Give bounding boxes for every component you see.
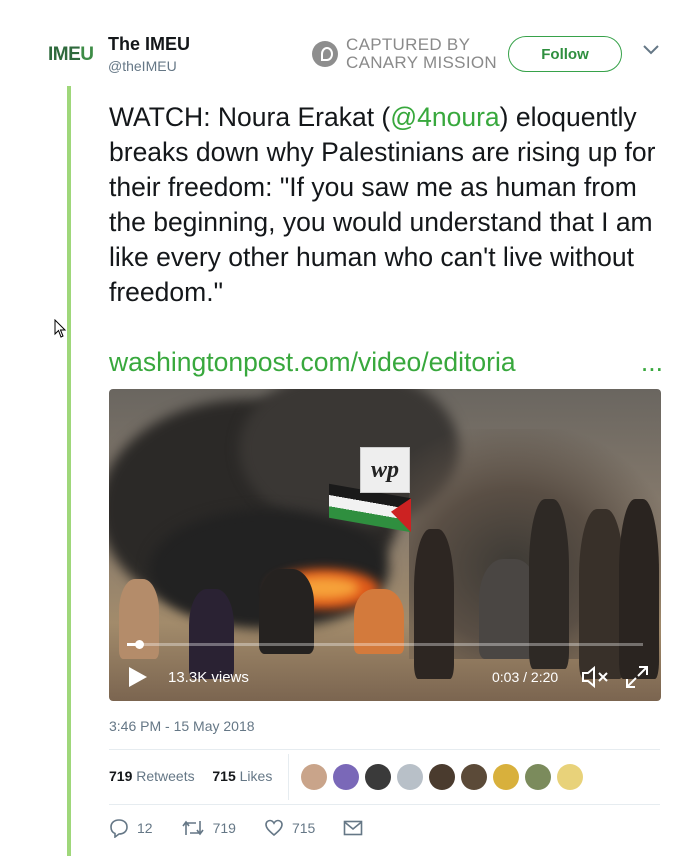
stats-separator: [288, 754, 289, 800]
liker-avatar[interactable]: [365, 764, 391, 790]
captured-label-line2: CANARY MISSION: [346, 53, 497, 72]
tweet-timestamp[interactable]: 3:46 PM - 15 May 2018: [109, 718, 255, 734]
like-count: 715: [291, 820, 316, 836]
avatar-text-a: IME: [48, 44, 81, 65]
mention-link[interactable]: @4noura: [390, 102, 499, 132]
liker-avatar[interactable]: [557, 764, 583, 790]
video-progress-knob[interactable]: [134, 640, 144, 649]
retweet-count: 719: [212, 820, 236, 836]
likes-label[interactable]: Likes: [240, 768, 273, 784]
liker-avatar[interactable]: [493, 764, 519, 790]
likes-count[interactable]: 715: [212, 768, 235, 784]
play-icon[interactable]: [127, 665, 149, 694]
reply-button[interactable]: 12: [109, 818, 153, 838]
thread-rail: [67, 86, 71, 856]
liker-avatar[interactable]: [397, 764, 423, 790]
canary-icon: [312, 41, 338, 67]
captured-badge: CAPTURED BY CANARY MISSION: [312, 34, 497, 74]
user-handle[interactable]: @theIMEU: [108, 58, 177, 74]
washington-post-logo: wp: [360, 447, 410, 493]
retweet-button[interactable]: 719: [181, 818, 236, 838]
tweet-text-suffix: ) eloquently breaks down why Palestinian…: [109, 102, 656, 307]
link-line[interactable]: washingtonpost.com/video/editoria ...: [109, 345, 669, 380]
liker-avatar[interactable]: [301, 764, 327, 790]
reply-icon: [110, 819, 128, 838]
chevron-down-icon[interactable]: [643, 45, 659, 55]
retweets-label[interactable]: Retweets: [136, 768, 194, 784]
retweet-icon: [181, 820, 204, 836]
reply-count: 12: [137, 820, 153, 836]
engagement-stats: 719 Retweets 715 Likes: [109, 768, 272, 784]
liker-avatar[interactable]: [525, 764, 551, 790]
view-count: 13.3K views: [168, 669, 249, 686]
mute-icon[interactable]: [581, 665, 611, 694]
fullscreen-icon[interactable]: [625, 665, 649, 694]
tweet-text: WATCH: Noura Erakat (@4noura) eloquently…: [109, 100, 669, 310]
divider-top: [109, 749, 660, 750]
follow-button[interactable]: Follow: [508, 36, 622, 72]
avatar[interactable]: IMEU: [48, 44, 96, 70]
video-time: 0:03 / 2:20: [492, 669, 559, 685]
liker-avatars: [301, 764, 589, 790]
avatar-text-b: U: [80, 44, 94, 65]
captured-label-line1: CAPTURED BY: [346, 35, 471, 54]
action-bar: 12 719 715: [109, 818, 399, 838]
video-progress-bar[interactable]: [127, 640, 643, 649]
heart-icon: [265, 819, 283, 837]
tweet-text-prefix: WATCH: Noura Erakat (: [109, 102, 391, 132]
envelope-icon: [343, 820, 363, 836]
video-player[interactable]: wp 13.3K views 0:03 / 2:20: [109, 389, 661, 701]
retweets-count[interactable]: 719: [109, 768, 132, 784]
liker-avatar[interactable]: [333, 764, 359, 790]
like-button[interactable]: 715: [264, 818, 315, 838]
liker-avatar[interactable]: [429, 764, 455, 790]
link-ellipsis: ...: [640, 347, 663, 377]
divider-bottom: [109, 804, 660, 805]
dm-button[interactable]: [343, 820, 371, 836]
display-name[interactable]: The IMEU: [108, 34, 190, 55]
mouse-cursor-icon: [54, 318, 68, 344]
liker-avatar[interactable]: [461, 764, 487, 790]
tweet-link[interactable]: washingtonpost.com/video/editoria: [109, 347, 516, 377]
